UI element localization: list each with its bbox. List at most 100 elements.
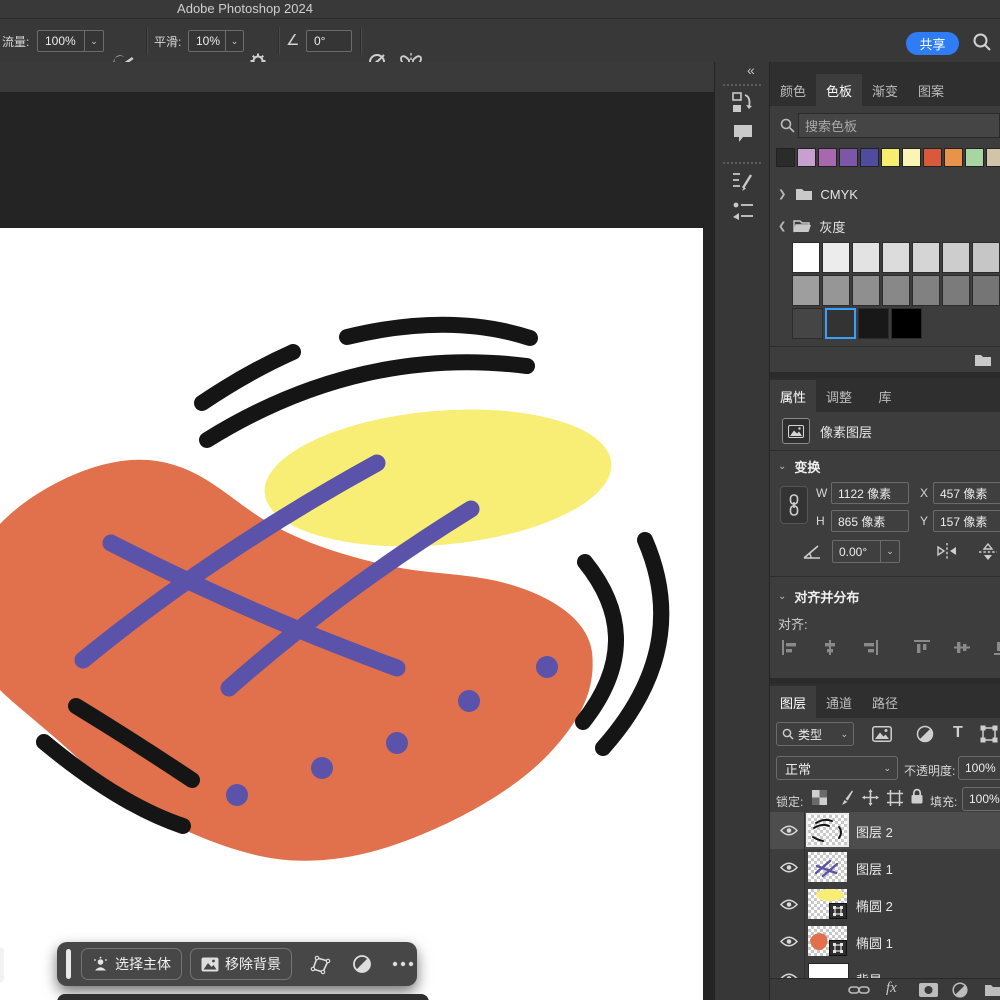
w-field[interactable]: 1122 像素 [831, 482, 909, 504]
layer-mask-icon[interactable] [918, 982, 939, 998]
tab-channels[interactable]: 通道 [816, 686, 862, 718]
swatch[interactable] [852, 242, 880, 273]
flip-vertical-icon[interactable] [978, 542, 998, 562]
swatch[interactable] [902, 148, 921, 167]
tab-paths[interactable]: 路径 [862, 686, 908, 718]
layer-thumbnail[interactable] [808, 889, 847, 919]
layer-filter-combo[interactable]: 类型 ⌄ [776, 722, 854, 746]
align-middle-vertical-icon[interactable] [954, 640, 970, 655]
document-canvas[interactable] [0, 228, 703, 1000]
link-dimensions-button[interactable] [780, 486, 808, 524]
taskbar-drag-handle[interactable] [66, 949, 71, 979]
brush-angle-input[interactable]: 0° [306, 30, 352, 52]
transform-section-header[interactable]: ⌄ 变换 [778, 456, 820, 476]
swatch[interactable] [912, 275, 940, 306]
visibility-eye-icon[interactable] [780, 899, 798, 910]
tab-libraries[interactable]: 库 [862, 380, 908, 412]
swatch[interactable] [942, 275, 970, 306]
swatch[interactable] [986, 148, 1000, 167]
y-field[interactable]: 157 像素 [933, 510, 1000, 532]
swatch[interactable] [882, 242, 910, 273]
swatch[interactable] [818, 148, 837, 167]
swatch[interactable] [882, 275, 910, 306]
remove-background-button[interactable]: 移除背景 [190, 948, 292, 980]
swatch-group-cmyk[interactable]: ❯ CMYK [778, 182, 858, 206]
collapse-panels-button[interactable]: « [747, 62, 755, 78]
layer-row[interactable]: 椭圆 1 [770, 923, 1000, 961]
swatch[interactable] [912, 242, 940, 273]
lock-all-padlock-icon[interactable] [910, 788, 924, 805]
swatch[interactable] [891, 308, 922, 339]
brush-settings-panel-icon[interactable] [732, 170, 754, 192]
align-right-icon[interactable] [862, 640, 878, 655]
h-field[interactable]: 865 像素 [831, 510, 909, 532]
layer-row[interactable]: 图层 1 [770, 849, 1000, 887]
layer-thumbnail[interactable] [808, 963, 849, 979]
history-panel-icon[interactable] [732, 92, 754, 114]
fill-field[interactable]: 100% [962, 787, 1000, 811]
swatch[interactable] [942, 242, 970, 273]
swatch[interactable] [923, 148, 942, 167]
search-icon[interactable] [972, 32, 992, 52]
filter-adjustment-layers-icon[interactable] [916, 725, 934, 743]
layer-row-selected[interactable]: 图层 2 [770, 812, 1000, 850]
swatch-search-input[interactable]: 搜索色板 [798, 113, 1000, 138]
align-center-horizontal-icon[interactable] [822, 640, 838, 655]
swatch[interactable] [860, 148, 879, 167]
filter-shape-layers-icon[interactable] [980, 725, 998, 743]
chevron-down-icon[interactable]: ⌄ [225, 31, 243, 51]
tab-gradients[interactable]: 渐变 [862, 74, 908, 106]
tab-layers[interactable]: 图层 [770, 686, 816, 718]
layer-effects-fx-icon[interactable]: fx [886, 980, 897, 997]
filter-type-layers-icon[interactable]: T [953, 724, 963, 742]
lock-transparent-pixels-icon[interactable] [812, 790, 827, 805]
swatch[interactable] [792, 308, 823, 339]
new-group-folder-icon[interactable] [984, 983, 1000, 997]
swatch[interactable] [944, 148, 963, 167]
lock-artboard-icon[interactable] [887, 790, 903, 806]
swatch[interactable] [797, 148, 816, 167]
adjustment-halfcircle-icon[interactable] [352, 954, 372, 974]
layer-row[interactable]: 椭圆 2 [770, 886, 1000, 924]
lock-position-move-icon[interactable] [862, 789, 879, 806]
tab-properties[interactable]: 属性 [770, 380, 816, 412]
layer-row[interactable]: 背景 [770, 960, 1000, 979]
lock-image-pixels-brush-icon[interactable] [838, 789, 854, 806]
flip-horizontal-icon[interactable] [936, 542, 958, 560]
tab-adjustments[interactable]: 调整 [816, 380, 862, 412]
chevron-down-icon[interactable]: ⌄ [880, 541, 899, 562]
layer-name[interactable]: 图层 1 [856, 859, 893, 878]
chevron-down-icon[interactable]: ⌄ [84, 31, 103, 51]
align-bottom-icon[interactable] [994, 640, 1000, 655]
align-top-icon[interactable] [914, 640, 930, 655]
adjustment-layer-icon[interactable] [952, 982, 968, 998]
chevron-down-icon[interactable]: ❮ [778, 221, 786, 232]
swatch[interactable] [822, 275, 850, 306]
new-group-folder-icon[interactable] [974, 353, 992, 367]
share-button[interactable]: 共享 [906, 32, 959, 55]
swatch[interactable] [776, 148, 795, 167]
select-subject-button[interactable]: 选择主体 [81, 948, 182, 980]
rotate-angle-combo[interactable]: 0.00° ⌄ [832, 540, 900, 563]
link-layers-icon[interactable] [848, 984, 870, 996]
align-left-icon[interactable] [782, 640, 798, 655]
flow-combo[interactable]: 100% ⌄ [37, 30, 104, 52]
opacity-field[interactable]: 100% [958, 756, 1000, 780]
swatch-selected[interactable] [825, 308, 856, 339]
tab-swatches[interactable]: 色板 [816, 74, 862, 106]
blend-mode-combo[interactable]: 正常 ⌄ [776, 756, 898, 780]
swatch[interactable] [858, 308, 889, 339]
tab-patterns[interactable]: 图案 [908, 74, 954, 106]
swatch[interactable] [881, 148, 900, 167]
x-field[interactable]: 457 像素 [933, 482, 1000, 504]
visibility-eye-icon[interactable] [780, 936, 798, 947]
tool-presets-panel-icon[interactable] [732, 200, 754, 222]
tab-color[interactable]: 颜色 [770, 74, 816, 106]
swatch[interactable] [822, 242, 850, 273]
smooth-combo[interactable]: 10% ⌄ [188, 30, 244, 52]
comments-panel-icon[interactable] [732, 122, 754, 144]
swatch[interactable] [839, 148, 858, 167]
swatch[interactable] [852, 275, 880, 306]
visibility-eye-icon[interactable] [780, 862, 798, 873]
visibility-eye-icon[interactable] [780, 825, 798, 836]
